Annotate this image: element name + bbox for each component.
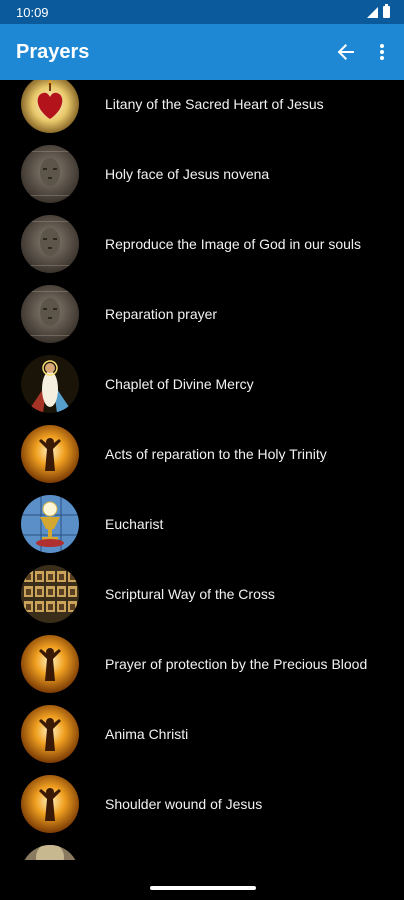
- prayer-title: Prayer of protection by the Precious Blo…: [105, 656, 368, 672]
- page-title: Prayers: [16, 40, 90, 63]
- prayer-thumbnail: [21, 635, 79, 693]
- prayer-title: Acts of reparation to the Holy Trinity: [105, 446, 327, 462]
- risen-christ-image: [21, 425, 79, 483]
- prayer-thumbnail: [21, 355, 79, 413]
- prayer-list-item[interactable]: Shoulder wound of Jesus: [0, 769, 404, 839]
- holy-face-image: [21, 285, 79, 343]
- risen-christ-image: [21, 705, 79, 763]
- prayer-list-item[interactable]: Anima Christi: [0, 699, 404, 769]
- prayer-list: Litany of the Sacred Heart of Jesus Holy …: [0, 80, 404, 860]
- prayer-list-item[interactable]: Reproduce the Image of God in our souls: [0, 209, 404, 279]
- prayer-title: Anima Christi: [105, 726, 189, 742]
- navigation-bar: [0, 860, 404, 900]
- prayer-thumbnail: [21, 215, 79, 273]
- risen-christ-image: [21, 775, 79, 833]
- holy-face-image: [21, 215, 79, 273]
- status-bar: 10:09: [0, 0, 404, 24]
- prayer-list-item[interactable]: Holy face of Jesus novena: [0, 139, 404, 209]
- prayer-title: Eucharist: [105, 516, 164, 532]
- prayer-title: Scriptural Way of the Cross: [105, 586, 275, 602]
- prayer-list-item[interactable]: Prayer of protection by the Precious Blo…: [0, 629, 404, 699]
- more-vert-icon: [380, 44, 384, 60]
- prayer-title: Reproduce the Image of God in our souls: [105, 236, 362, 252]
- prayer-thumbnail: [21, 565, 79, 623]
- back-button[interactable]: [326, 32, 366, 72]
- prayer-thumbnail: [21, 495, 79, 553]
- prayer-title: Reparation prayer: [105, 306, 218, 322]
- prayer-list-item[interactable]: Litany of the Sacred Heart of Jesus: [0, 80, 404, 139]
- prayer-title: Litany of the Sacred Heart of Jesus: [105, 96, 324, 112]
- battery-icon: [383, 4, 390, 18]
- status-time: 10:09: [16, 4, 49, 20]
- prayer-thumbnail: [21, 285, 79, 343]
- signal-icon: [367, 6, 378, 18]
- stations-image: [21, 565, 79, 623]
- eucharist-image: [21, 495, 79, 553]
- status-icons: [367, 4, 390, 18]
- prayer-list-item[interactable]: Scriptural Way of the Cross: [0, 559, 404, 629]
- prayer-list-item[interactable]: Acts of reparation to the Holy Trinity: [0, 419, 404, 489]
- sacred-heart-image: [21, 80, 79, 133]
- risen-christ-image: [21, 635, 79, 693]
- prayer-thumbnail: [21, 775, 79, 833]
- prayer-list-item[interactable]: Chaplet of Divine Mercy: [0, 349, 404, 419]
- prayer-thumbnail: [21, 80, 79, 133]
- divine-mercy-image: [21, 355, 79, 413]
- prayer-thumbnail-partial: [21, 845, 79, 860]
- app-bar: Prayers: [0, 24, 404, 80]
- arrow-back-icon: [337, 44, 354, 60]
- prayer-thumbnail: [21, 145, 79, 203]
- more-options-button[interactable]: [370, 32, 394, 72]
- prayer-list-item[interactable]: Eucharist: [0, 489, 404, 559]
- prayer-thumbnail: [21, 705, 79, 763]
- prayer-list-item[interactable]: Reparation prayer: [0, 279, 404, 349]
- holy-face-image: [21, 145, 79, 203]
- prayer-thumbnail: [21, 425, 79, 483]
- prayer-title: Shoulder wound of Jesus: [105, 796, 263, 812]
- prayer-title: Chaplet of Divine Mercy: [105, 376, 254, 392]
- prayer-title: Holy face of Jesus novena: [105, 166, 270, 182]
- home-indicator[interactable]: [150, 886, 256, 890]
